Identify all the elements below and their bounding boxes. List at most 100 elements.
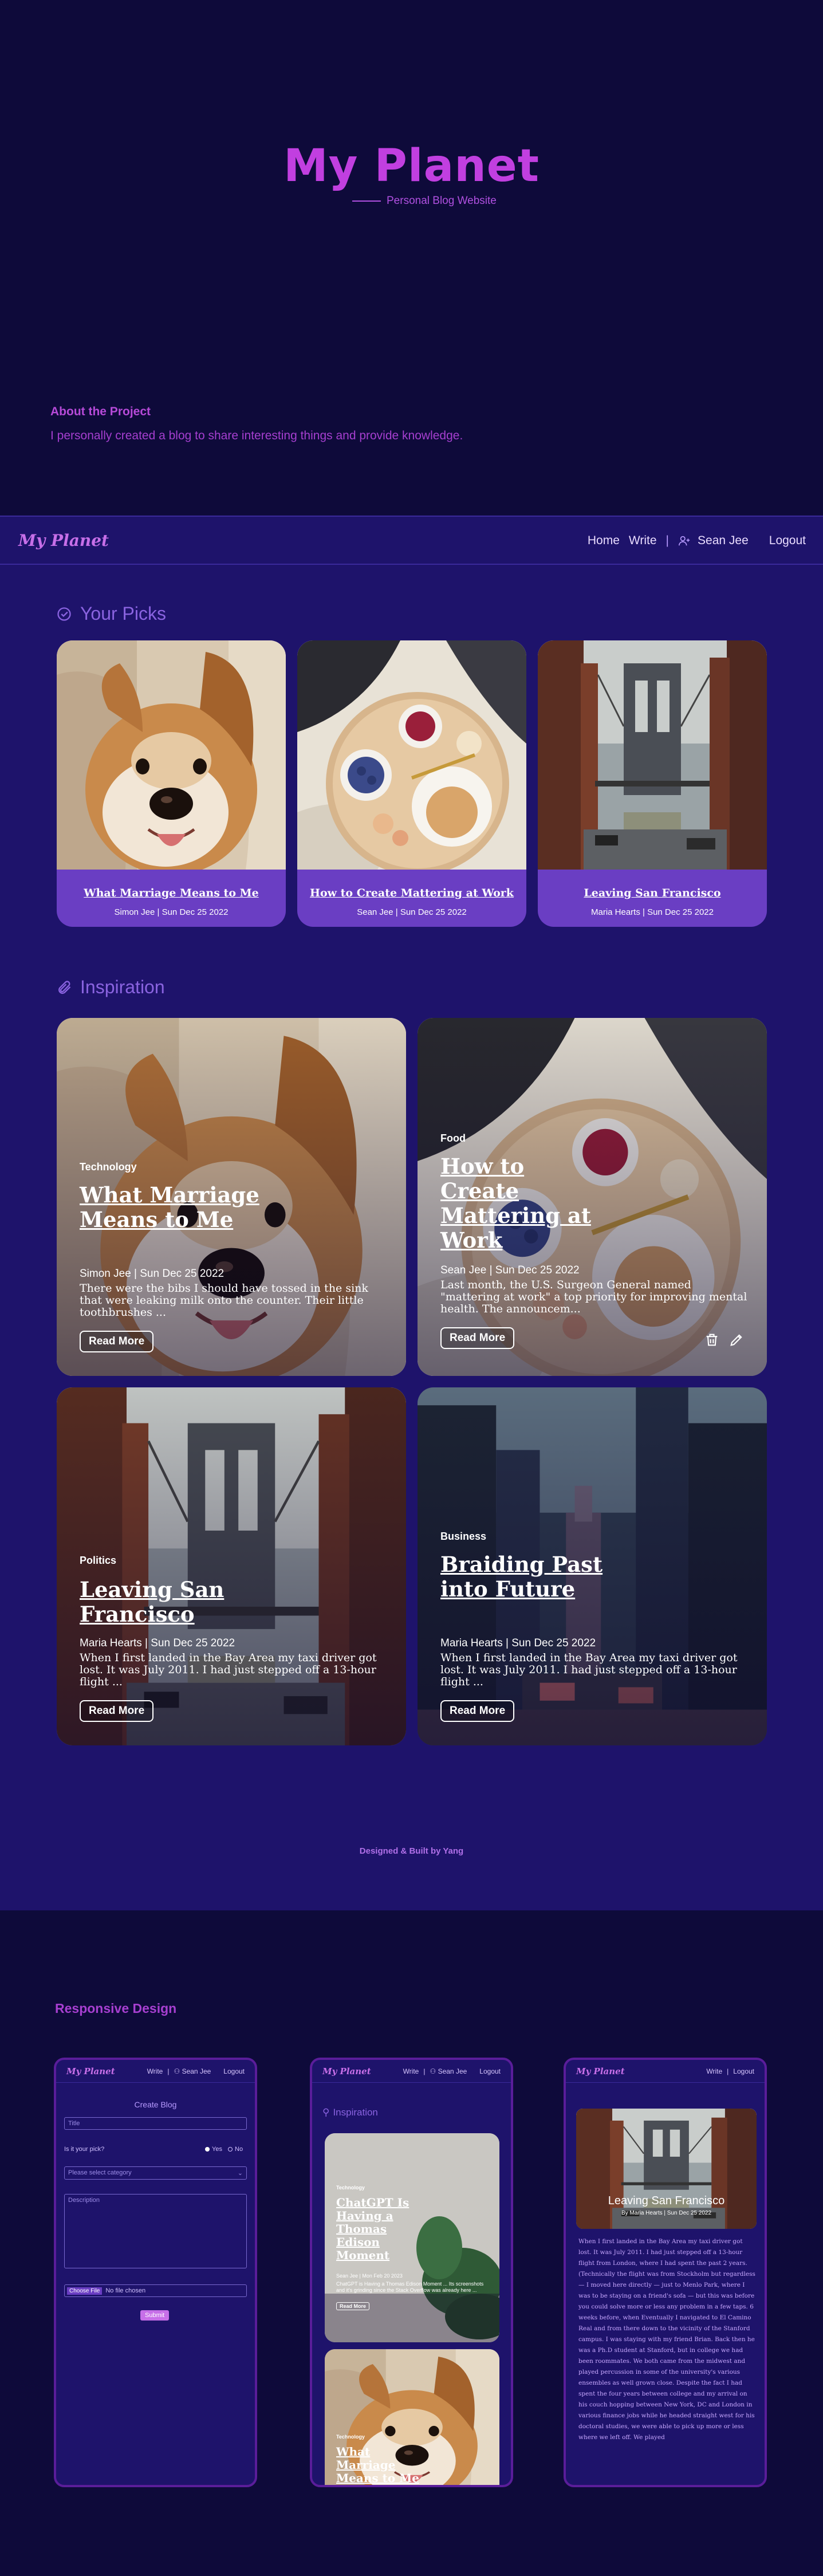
phone-post-meta: Sean Jee | Mon Feb 20 2023 — [336, 2273, 403, 2279]
post-meta: Sean Jee | Sun Dec 25 2022 — [440, 1264, 580, 1276]
about-text: I personally created a blog to share int… — [50, 429, 463, 442]
title-input[interactable]: Title — [64, 2117, 247, 2130]
phone-article: My Planet Write | Logout Leaving San Fra… — [564, 2058, 767, 2487]
phone-logo[interactable]: My Planet — [322, 2066, 371, 2076]
read-more-button[interactable]: Read More — [440, 1327, 515, 1349]
phone-nav-separator: | — [423, 2067, 426, 2075]
hero-subtitle-text: Personal Blog Website — [387, 195, 497, 207]
phone-logout-link[interactable]: Logout — [733, 2067, 754, 2075]
nav-write-link[interactable]: Write — [629, 534, 657, 548]
pick-card[interactable]: How to Create Mattering at Work Sean Jee… — [297, 640, 526, 927]
inspiration-title: Inspiration — [80, 977, 165, 997]
responsive-section: Responsive Design My Planet Write | ⚇ Se… — [0, 1910, 823, 2576]
article-title: Leaving San Francisco — [608, 2194, 725, 2207]
phone-navbar: My Planet Write | ⚇ Sean Jee Logout — [312, 2060, 511, 2083]
phone-nav-links: Write | ⚇ Sean Jee Logout — [403, 2067, 501, 2075]
pick-no-label: No — [235, 2146, 243, 2153]
pick-card[interactable]: Leaving San Francisco Maria Hearts | Sun… — [538, 640, 767, 927]
phone-user-link[interactable]: ⚇ Sean Jee — [430, 2067, 467, 2075]
pick-label: Is it your pick? — [64, 2146, 105, 2153]
phone-inspiration-heading: ⚲ Inspiration — [322, 2107, 378, 2118]
description-textarea[interactable]: Description — [64, 2194, 247, 2268]
post-card[interactable]: Business Braiding Past into Future Maria… — [418, 1387, 767, 1745]
post-card[interactable]: Politics Leaving San Francisco Maria Hea… — [57, 1387, 406, 1745]
hero-title: My Planet — [283, 140, 540, 192]
blog-main: My Planet Home Write | Sean Jee Logout Y… — [0, 516, 823, 1910]
post-meta: Maria Hearts | Sun Dec 25 2022 — [80, 1637, 235, 1649]
subtitle-divider — [352, 200, 381, 202]
post-card[interactable]: Technology What Marriage Means to Me Sim… — [57, 1018, 406, 1376]
nav-user[interactable]: Sean Jee — [678, 534, 749, 548]
post-meta: Maria Hearts | Sun Dec 25 2022 — [440, 1637, 596, 1649]
phone-logo[interactable]: My Planet — [66, 2066, 115, 2076]
phone-nav-separator: | — [167, 2067, 170, 2075]
pick-meta: Maria Hearts | Sun Dec 25 2022 — [590, 907, 714, 917]
phone-post-card[interactable]: Technology What Marriage Means to Me — [325, 2349, 499, 2485]
hero-subtitle: Personal Blog Website — [352, 195, 497, 207]
breakfast-photo — [297, 640, 526, 870]
post-excerpt: There were the bibs I should have tossed… — [80, 1282, 368, 1319]
phone-user-name: Sean Jee — [438, 2067, 467, 2075]
read-more-button[interactable]: Read More — [80, 1331, 154, 1352]
submit-button[interactable]: Submit — [140, 2310, 170, 2321]
pick-yes-label: Yes — [212, 2146, 222, 2153]
trash-icon[interactable] — [704, 1332, 720, 1348]
radio-dot — [205, 2147, 210, 2152]
about-title: About the Project — [50, 405, 151, 418]
post-category: Food — [440, 1132, 466, 1144]
phone-post-title[interactable]: ChatGPT Is Having a Thomas Edison Moment — [336, 2196, 422, 2262]
post-title[interactable]: Leaving San Francisco — [80, 1578, 263, 1627]
phone-logo[interactable]: My Planet — [576, 2066, 625, 2076]
phone-write-link[interactable]: Write — [147, 2067, 163, 2075]
read-more-button[interactable]: Read More — [80, 1700, 154, 1722]
post-excerpt: When I first landed in the Bay Area my t… — [80, 1651, 377, 1688]
pick-no-radio[interactable]: No — [228, 2146, 243, 2153]
check-circle-icon — [57, 607, 71, 621]
nav-links: Home Write | Sean Jee Logout — [588, 534, 806, 548]
phone-post-title[interactable]: What Marriage Means to Me — [336, 2445, 422, 2485]
pencil-icon[interactable] — [729, 1332, 745, 1348]
create-blog-title: Create Blog — [134, 2100, 177, 2109]
chevron-down-icon: ⌄ — [237, 2170, 243, 2177]
post-title[interactable]: What Marriage Means to Me — [80, 1183, 263, 1232]
post-category: Technology — [80, 1161, 137, 1173]
phone-post-card[interactable]: Technology ChatGPT Is Having a Thomas Ed… — [325, 2133, 499, 2342]
post-title[interactable]: Braiding Past into Future — [440, 1552, 624, 1602]
nav-separator: | — [666, 534, 670, 547]
nav-logo[interactable]: My Planet — [18, 531, 109, 550]
inspiration-heading: Inspiration — [56, 977, 165, 998]
file-input[interactable]: Choose File No file chosen — [64, 2284, 247, 2297]
post-category: Business — [440, 1531, 487, 1542]
post-meta: Simon Jee | Sun Dec 25 2022 — [80, 1268, 225, 1280]
article-body: When I first landed in the Bay Area my t… — [578, 2238, 755, 2441]
bridge-photo — [538, 640, 767, 870]
phone-write-link[interactable]: Write — [403, 2067, 419, 2075]
top-navbar: My Planet Home Write | Sean Jee Logout — [0, 516, 823, 565]
pick-yes-radio[interactable]: Yes — [205, 2146, 222, 2153]
phone-navbar: My Planet Write | Logout — [566, 2060, 765, 2083]
dog-photo — [57, 640, 286, 870]
post-category: Politics — [80, 1555, 117, 1566]
nav-logout-link[interactable]: Logout — [769, 534, 806, 548]
read-more-button[interactable]: Read More — [440, 1700, 515, 1722]
phone-write-link[interactable]: Write — [706, 2067, 722, 2075]
user-plus-icon — [679, 536, 690, 546]
file-status: No file chosen — [105, 2287, 146, 2294]
phone-logout-link[interactable]: Logout — [479, 2067, 501, 2075]
choose-file-button[interactable]: Choose File — [67, 2287, 103, 2295]
phone-read-more-button[interactable]: Read More — [336, 2302, 370, 2310]
pick-title[interactable]: How to Create Mattering at Work — [297, 887, 526, 899]
nav-home-link[interactable]: Home — [588, 534, 620, 548]
pick-title[interactable]: What Marriage Means to Me — [57, 887, 286, 899]
phone-user-name: Sean Jee — [182, 2067, 211, 2075]
article-meta: By Maria Hearts | Sun Dec 25 2022 — [621, 2210, 712, 2216]
pick-title[interactable]: Leaving San Francisco — [538, 887, 767, 899]
post-title[interactable]: How to Create Mattering at Work — [440, 1154, 607, 1253]
post-card[interactable]: Food How to Create Mattering at Work Sea… — [418, 1018, 767, 1376]
phone-post-category: Technology — [336, 2434, 365, 2440]
category-select[interactable]: Please select category ⌄ — [64, 2166, 247, 2180]
phone-logout-link[interactable]: Logout — [223, 2067, 245, 2075]
pick-card[interactable]: What Marriage Means to Me Simon Jee | Su… — [57, 640, 286, 927]
user-plus-icon: ⚇ — [430, 2067, 436, 2075]
phone-user-link[interactable]: ⚇ Sean Jee — [174, 2067, 211, 2075]
